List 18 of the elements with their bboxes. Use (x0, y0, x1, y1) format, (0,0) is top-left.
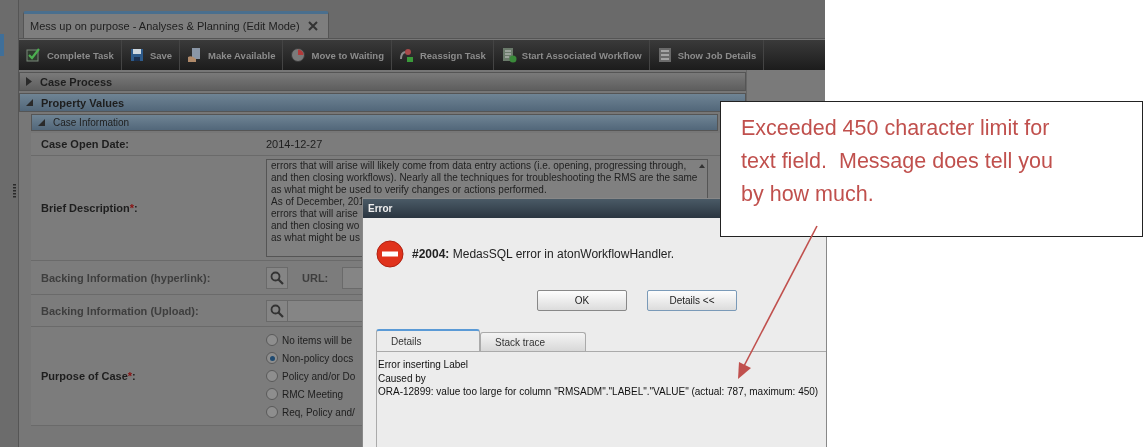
radio-label: RMC Meeting (282, 388, 344, 400)
field-label: Purpose of Case*: (41, 370, 136, 382)
radio-label: Non-policy docs (282, 352, 354, 364)
error-message: #2004: MedasSQL error in atonWorkflowHandler. (412, 247, 675, 261)
radio-label: No items will be (282, 334, 353, 346)
dialog-title: Error (368, 203, 393, 214)
annotation-callout: Exceeded 450 character limit for text field. Message does tell you by how much. (720, 101, 1143, 237)
radio-label: Req, Policy and/ (282, 406, 355, 418)
detail-text: Error inserting Label (378, 358, 470, 372)
field-label: Backing Information (hyperlink): (41, 271, 211, 284)
field-value: 2014-12-27 (266, 138, 323, 150)
field-label: Backing Information (Upload): (41, 304, 199, 317)
field-label: Case Open Date: (41, 138, 130, 150)
url-label: URL: (301, 271, 330, 284)
detail-text: Caused by (378, 371, 427, 385)
radio-label: Policy and/or Do (282, 370, 356, 382)
detail-text: ORA-12899: value too large for column "RMSADM"."LABEL"."VALUE" (actual: 787, maximum: 450) (378, 385, 820, 399)
field-label: Brief Description*: (41, 202, 138, 214)
